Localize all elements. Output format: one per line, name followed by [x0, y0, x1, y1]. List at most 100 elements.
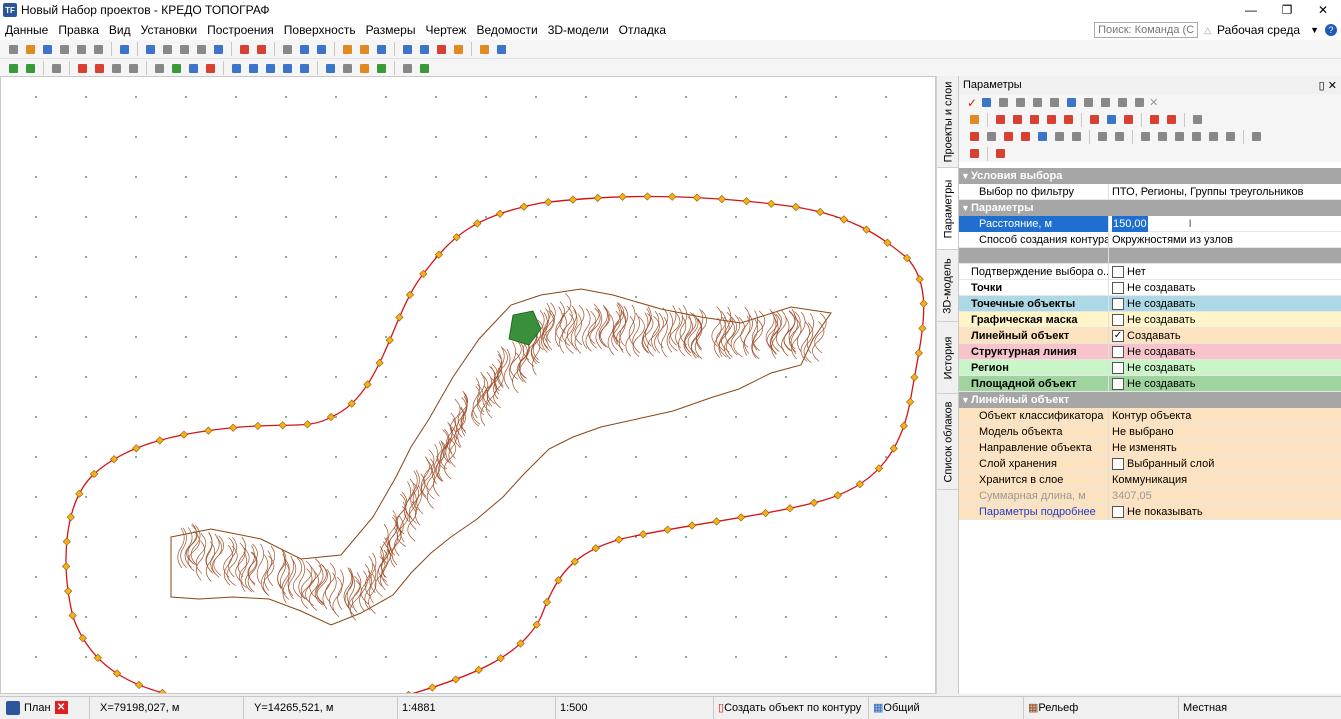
- active-layer[interactable]: ▦ Общий: [869, 696, 1024, 719]
- chevron-down-icon[interactable]: ▼: [961, 395, 971, 405]
- breakline-icon[interactable]: [203, 61, 218, 76]
- point-cross-icon[interactable]: [1206, 129, 1221, 144]
- snap-center-icon[interactable]: [1047, 95, 1062, 110]
- create-station-icon[interactable]: [109, 61, 124, 76]
- properties-icon[interactable]: [1190, 112, 1205, 127]
- property-row[interactable]: [959, 247, 1341, 264]
- minimize-icon[interactable]: —: [1233, 0, 1269, 20]
- menu-surface[interactable]: Поверхность: [279, 23, 361, 37]
- property-row[interactable]: Графическая маска Не создавать: [959, 311, 1341, 328]
- distance-icon[interactable]: [1115, 95, 1130, 110]
- info-icon[interactable]: [117, 42, 132, 57]
- undo-icon[interactable]: [74, 42, 89, 57]
- layer-icon[interactable]: [400, 42, 415, 57]
- table-icon[interactable]: [400, 61, 415, 76]
- property-row[interactable]: Объект классификатора Контур объекта: [959, 407, 1341, 424]
- property-row[interactable]: Слой хранения Выбранный слой: [959, 455, 1341, 472]
- snap-grid-icon[interactable]: [374, 42, 389, 57]
- symbol-icon[interactable]: [280, 61, 295, 76]
- contour-fill-icon[interactable]: [1052, 129, 1067, 144]
- point-ring-icon[interactable]: [1172, 129, 1187, 144]
- cursor-icon[interactable]: [280, 42, 295, 57]
- menu-debug[interactable]: Отладка: [614, 23, 671, 37]
- measure-icon[interactable]: [49, 61, 64, 76]
- snap-line-icon[interactable]: [357, 42, 372, 57]
- offset-icon[interactable]: [1147, 112, 1162, 127]
- property-value[interactable]: Коммуникация: [1109, 472, 1341, 488]
- menu-constructions[interactable]: Построения: [202, 23, 279, 37]
- polyline-zigzag-icon[interactable]: [1044, 112, 1059, 127]
- step-end-icon[interactable]: [996, 95, 1011, 110]
- active-surface[interactable]: ▦ Рельеф: [1024, 696, 1179, 719]
- tab-projects-layers[interactable]: Проекты и слои: [937, 76, 959, 168]
- section-header[interactable]: ▼ Параметры: [959, 200, 1341, 216]
- property-row[interactable]: Подтверждение выбора о... Нет: [959, 263, 1341, 280]
- property-value[interactable]: Не создавать: [1109, 344, 1341, 360]
- contour-grid-icon[interactable]: [1001, 129, 1016, 144]
- create-by-points-icon[interactable]: [967, 112, 982, 127]
- chevron-down-icon[interactable]: ▼: [961, 171, 971, 181]
- drawing-scale[interactable]: 1:500: [556, 696, 714, 719]
- polyline-arc-icon[interactable]: [1027, 112, 1042, 127]
- table-settings-icon[interactable]: [1249, 129, 1264, 144]
- select-node-icon[interactable]: [314, 42, 329, 57]
- property-value[interactable]: 150,00 I: [1109, 215, 1341, 232]
- create-segment-icon[interactable]: [92, 61, 107, 76]
- select-object-icon[interactable]: [297, 42, 312, 57]
- property-row[interactable]: Суммарная длина, м 3407,05: [959, 487, 1341, 504]
- menu-dimensions[interactable]: Размеры: [361, 23, 421, 37]
- checkbox[interactable]: [1112, 457, 1124, 470]
- property-value[interactable]: Окружностями из узлов: [1109, 232, 1341, 248]
- surface-icon[interactable]: [152, 61, 167, 76]
- property-row[interactable]: Выбор по фильтру ПТО, Регионы, Группы тре…: [959, 183, 1341, 200]
- property-row[interactable]: Направление объекта Не изменять: [959, 439, 1341, 456]
- menu-edit[interactable]: Правка: [53, 23, 104, 37]
- help-icon[interactable]: ?: [1325, 24, 1337, 36]
- frame-icon[interactable]: [477, 42, 492, 57]
- contour-rect-icon[interactable]: [984, 129, 999, 144]
- hatch-icon[interactable]: [263, 61, 278, 76]
- dim-icon[interactable]: [357, 61, 372, 76]
- checkbox[interactable]: [1112, 345, 1124, 358]
- apply-check-icon[interactable]: ✓: [967, 96, 977, 110]
- print-icon[interactable]: [57, 42, 72, 57]
- property-row[interactable]: Точечные объекты Не создавать: [959, 295, 1341, 312]
- property-value[interactable]: Не изменять: [1109, 440, 1341, 456]
- crosshair-icon[interactable]: [1013, 95, 1028, 110]
- layer-up-icon[interactable]: [434, 42, 449, 57]
- select-by-frame-icon[interactable]: [1064, 95, 1079, 110]
- section-header[interactable]: ▼ Линейный объект: [959, 392, 1341, 408]
- create-point-icon[interactable]: [75, 61, 90, 76]
- pin-icon[interactable]: ▯: [1319, 80, 1325, 92]
- point-target-icon[interactable]: [1223, 129, 1238, 144]
- edit-point-icon[interactable]: [6, 61, 21, 76]
- property-value[interactable]: 3407,05: [1109, 488, 1341, 504]
- contour-erase-icon[interactable]: [1069, 129, 1084, 144]
- chevron-down-icon[interactable]: ▼: [961, 203, 971, 213]
- checkbox[interactable]: [1112, 505, 1124, 518]
- coordinate-system[interactable]: Местная: [1179, 697, 1341, 719]
- property-row[interactable]: Хранится в слое Коммуникация: [959, 471, 1341, 488]
- property-value[interactable]: Не создавать: [1109, 360, 1341, 376]
- property-row[interactable]: Точки Не создавать: [959, 279, 1341, 296]
- maximize-icon[interactable]: ❐: [1269, 0, 1305, 20]
- layer-down-icon[interactable]: [417, 42, 432, 57]
- point-dot-icon[interactable]: [1189, 129, 1204, 144]
- property-row[interactable]: Линейный объект ✓ Создавать: [959, 327, 1341, 344]
- menu-reports[interactable]: Ведомости: [471, 23, 542, 37]
- property-value[interactable]: Не создавать: [1109, 312, 1341, 328]
- open-folder-icon[interactable]: [23, 42, 38, 57]
- checkbox[interactable]: ✓: [1112, 329, 1124, 342]
- menu-3d-models[interactable]: 3D-модели: [543, 23, 614, 37]
- grid-icon[interactable]: [494, 42, 509, 57]
- create-profile-icon[interactable]: [126, 61, 141, 76]
- select-frame-icon[interactable]: [143, 42, 158, 57]
- property-value[interactable]: Не создавать: [1109, 376, 1341, 392]
- spline-icon[interactable]: [1121, 112, 1136, 127]
- save-icon[interactable]: [40, 42, 55, 57]
- new-file-icon[interactable]: [6, 42, 21, 57]
- zoom-extent-icon[interactable]: [211, 42, 226, 57]
- point-circle-icon[interactable]: [1138, 129, 1153, 144]
- tab-cloud-list[interactable]: Список облаков: [937, 394, 959, 490]
- point-diamond-icon[interactable]: [1155, 129, 1170, 144]
